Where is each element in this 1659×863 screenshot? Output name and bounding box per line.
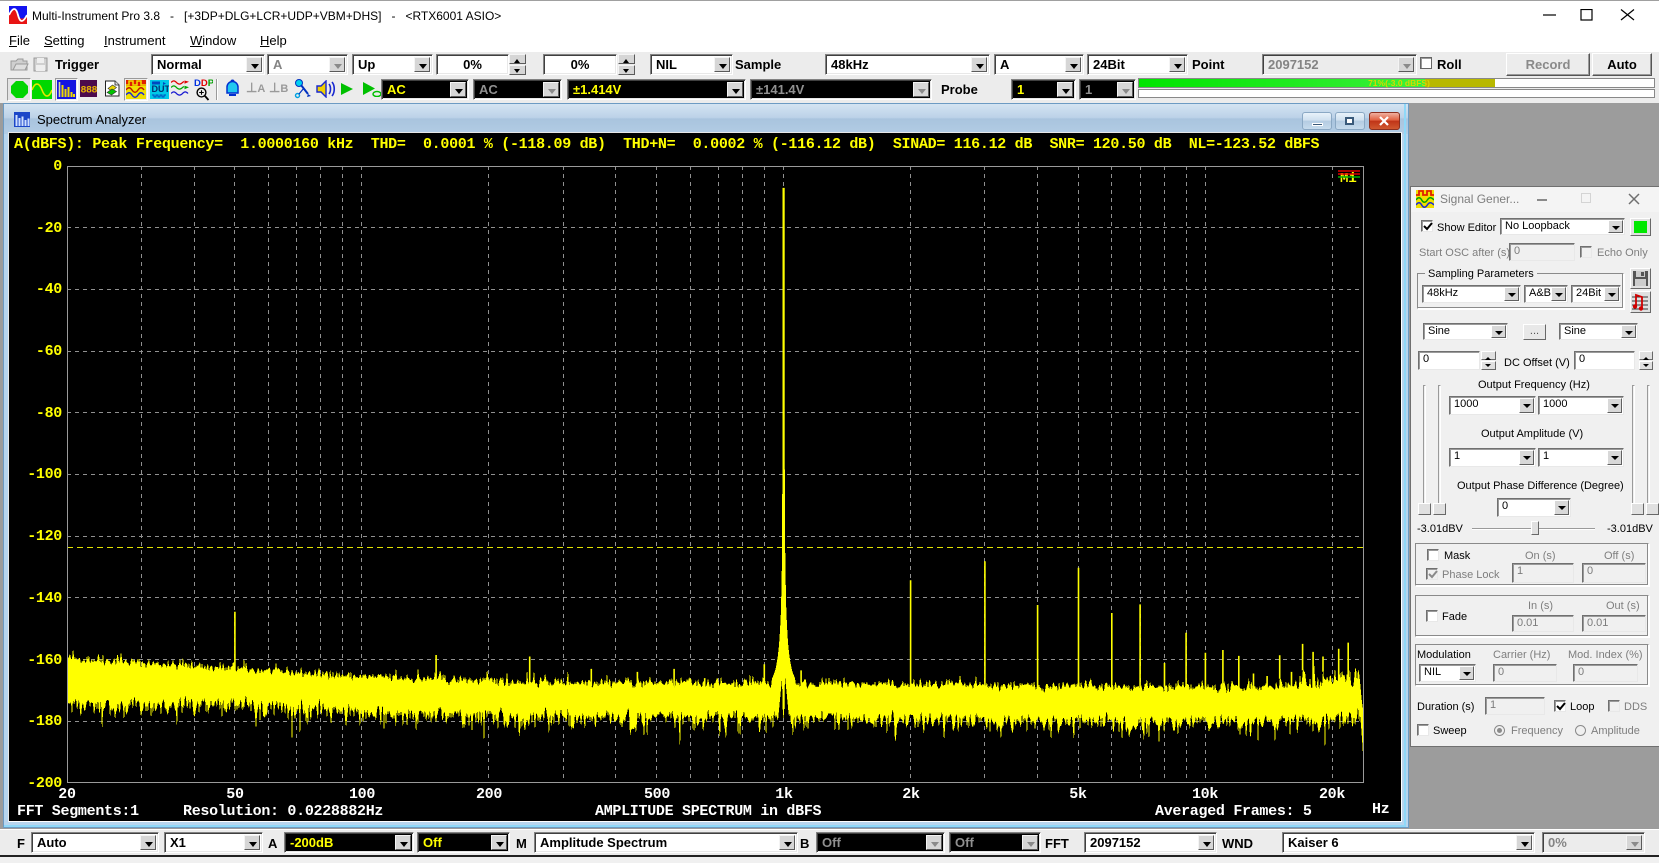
svg-text:888: 888 bbox=[81, 86, 98, 97]
svg-text:DUT: DUT bbox=[152, 84, 170, 94]
svg-text:DDP: DDP bbox=[194, 78, 213, 89]
